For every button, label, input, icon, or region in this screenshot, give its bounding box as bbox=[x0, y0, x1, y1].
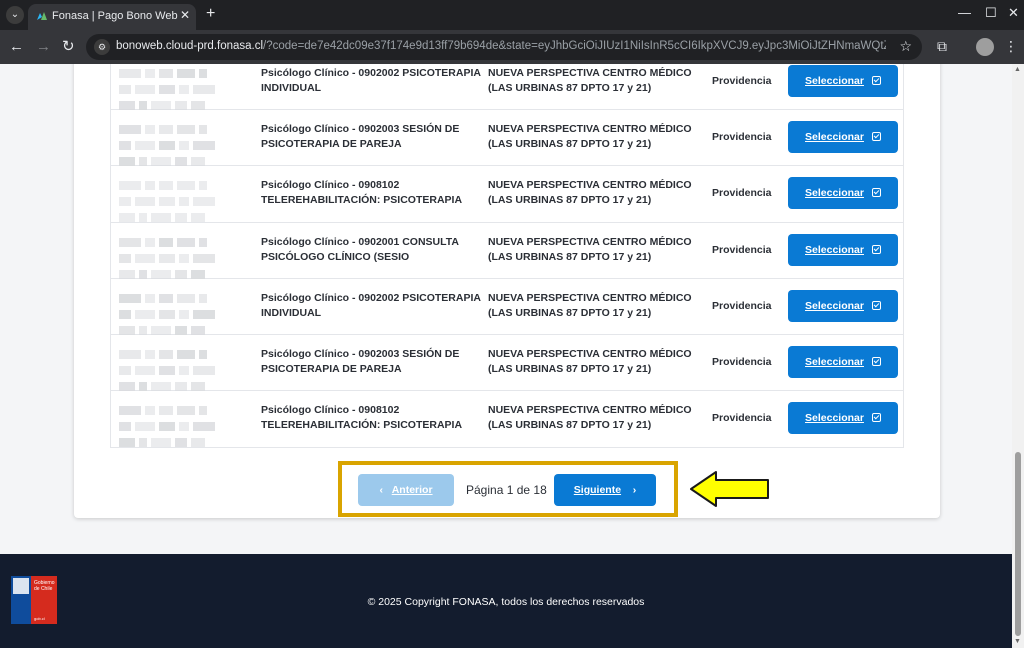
centro-medico-cell: NUEVA PERSPECTIVA CENTRO MÉDICO (LAS URB… bbox=[488, 348, 692, 376]
comuna-cell: Providencia bbox=[712, 187, 772, 200]
seleccionar-button[interactable]: Seleccionar bbox=[788, 121, 898, 153]
tab-close-icon[interactable]: ✕ bbox=[180, 8, 190, 22]
table-row: Psicólogo Clínico - 0902003 SESIÓN DE PS… bbox=[111, 335, 903, 392]
comuna-cell: Providencia bbox=[712, 75, 772, 87]
browser-tab-active[interactable]: Fonasa | Pago Bono Web ✕ bbox=[28, 4, 196, 30]
page-scrollbar[interactable]: ▲ ▼ bbox=[1012, 64, 1024, 648]
checkbox-check-icon bbox=[871, 300, 881, 310]
redacted-professional-name bbox=[117, 293, 227, 335]
url-text: bonoweb.cloud-prd.fonasa.cl/?code=de7e42… bbox=[116, 40, 886, 52]
centro-medico-cell: NUEVA PERSPECTIVA CENTRO MÉDICO (LAS URB… bbox=[488, 67, 692, 94]
minimize-button[interactable]: — bbox=[958, 5, 971, 20]
browser-menu-icon[interactable]: ⋮ bbox=[1004, 38, 1018, 55]
seleccionar-button[interactable]: Seleccionar bbox=[788, 233, 898, 266]
checkbox-check-icon bbox=[871, 132, 881, 141]
centro-medico-cell: NUEVA PERSPECTIVA CENTRO MÉDICO (LAS URB… bbox=[488, 123, 692, 150]
address-bar[interactable]: ⚙ bonoweb.cloud-prd.fonasa.cl/?code=de7e… bbox=[86, 34, 922, 60]
checkbox-check-icon bbox=[871, 76, 881, 85]
seleccionar-label: Seleccionar bbox=[805, 412, 864, 425]
prestacion-cell: Psicólogo Clínico - 0902002 PSICOTERAPIA… bbox=[261, 291, 481, 319]
back-icon[interactable]: ← bbox=[9, 38, 24, 56]
extensions-icon[interactable]: ⧉ bbox=[937, 38, 947, 55]
comuna-cell: Providencia bbox=[712, 356, 772, 369]
prestacion-cell: Psicólogo Clínico - 0902001 CONSULTA PSI… bbox=[261, 235, 459, 263]
page-viewport: Psicólogo Clínico - 0902002 PSICOTERAPIA… bbox=[0, 64, 1012, 648]
redacted-professional-name bbox=[117, 237, 227, 279]
table-row: Psicólogo Clínico - 0908102 TELEREHABILI… bbox=[111, 391, 903, 448]
tab-title: Fonasa | Pago Bono Web bbox=[52, 10, 178, 22]
seleccionar-label: Seleccionar bbox=[805, 75, 864, 87]
url-host: bonoweb.cloud-prd.fonasa.cl bbox=[116, 40, 264, 52]
seleccionar-button[interactable]: Seleccionar bbox=[788, 177, 898, 210]
new-tab-button[interactable]: + bbox=[206, 5, 215, 23]
table-row: Psicólogo Clínico - 0902001 CONSULTA PSI… bbox=[111, 223, 903, 279]
next-page-label: Siguiente bbox=[573, 484, 622, 496]
prestacion-cell: Psicólogo Clínico - 0902003 SESIÓN DE PS… bbox=[261, 123, 460, 150]
table-row: Psicólogo Clínico - 0902002 PSICOTERAPIA… bbox=[111, 279, 903, 336]
checkbox-check-icon bbox=[871, 413, 881, 423]
table-row: Psicólogo Clínico - 0908102 TELEREHABILI… bbox=[111, 166, 903, 223]
checkbox-check-icon bbox=[871, 188, 881, 198]
seleccionar-button[interactable]: Seleccionar bbox=[788, 65, 898, 97]
tab-search-button[interactable]: ⌄ bbox=[6, 6, 24, 24]
browser-toolbar: ← → ↻ ⚙ bonoweb.cloud-prd.fonasa.cl/?cod… bbox=[0, 30, 1024, 64]
prestacion-cell: Psicólogo Clínico - 0902003 SESIÓN DE PS… bbox=[261, 348, 460, 376]
centro-medico-cell: NUEVA PERSPECTIVA CENTRO MÉDICO (LAS URB… bbox=[488, 404, 692, 432]
prestacion-cell: Psicólogo Clínico - 0908102 TELEREHABILI… bbox=[261, 179, 463, 207]
checkbox-check-icon bbox=[871, 244, 881, 254]
prestacion-cell: Psicólogo Clínico - 0908102 TELEREHABILI… bbox=[261, 404, 463, 432]
scrollbar-thumb[interactable] bbox=[1015, 452, 1021, 636]
redacted-professional-name bbox=[117, 180, 227, 223]
centro-medico-cell: NUEVA PERSPECTIVA CENTRO MÉDICO (LAS URB… bbox=[488, 235, 692, 263]
browser-tab-bar: ⌄ Fonasa | Pago Bono Web ✕ + — ☐ ✕ bbox=[0, 0, 1024, 30]
comuna-cell: Providencia bbox=[712, 299, 772, 312]
footer-copyright: © 2025 Copyright FONASA, todos los derec… bbox=[367, 596, 645, 608]
comuna-cell: Providencia bbox=[712, 243, 772, 256]
redacted-professional-name bbox=[117, 124, 227, 166]
logo-url: gob.cl bbox=[34, 616, 45, 621]
table-row: Psicólogo Clínico - 0902003 SESIÓN DE PS… bbox=[111, 110, 903, 167]
maximize-button[interactable]: ☐ bbox=[985, 5, 997, 21]
comuna-cell: Providencia bbox=[712, 412, 772, 425]
previous-page-label: Anterior bbox=[391, 484, 433, 496]
url-path: /?code=de7e42dc09e37f174e9d13ff79b694de&… bbox=[263, 40, 886, 52]
fonasa-favicon-icon bbox=[37, 12, 47, 20]
seleccionar-label: Seleccionar bbox=[805, 356, 864, 369]
redacted-professional-name bbox=[117, 68, 227, 110]
annotation-arrow-icon bbox=[690, 471, 769, 507]
bookmark-star-icon[interactable]: ☆ bbox=[899, 38, 912, 55]
centro-medico-cell: NUEVA PERSPECTIVA CENTRO MÉDICO (LAS URB… bbox=[488, 179, 692, 207]
centro-medico-cell: NUEVA PERSPECTIVA CENTRO MÉDICO (LAS URB… bbox=[488, 291, 692, 319]
seleccionar-button[interactable]: Seleccionar bbox=[788, 346, 898, 379]
seleccionar-button[interactable]: Seleccionar bbox=[788, 402, 898, 435]
chevron-left-icon: ‹ bbox=[379, 484, 383, 496]
close-window-button[interactable]: ✕ bbox=[1008, 5, 1019, 21]
scroll-up-icon[interactable]: ▲ bbox=[1014, 66, 1021, 73]
prestacion-cell: Psicólogo Clínico - 0902002 PSICOTERAPIA… bbox=[261, 67, 481, 94]
redacted-professional-name bbox=[117, 405, 227, 448]
previous-page-button: ‹ Anterior bbox=[358, 474, 454, 506]
seleccionar-label: Seleccionar bbox=[805, 131, 864, 143]
scroll-down-icon[interactable]: ▼ bbox=[1014, 638, 1021, 645]
seleccionar-label: Seleccionar bbox=[805, 243, 864, 256]
seleccionar-button[interactable]: Seleccionar bbox=[788, 289, 898, 322]
forward-icon[interactable]: → bbox=[36, 38, 51, 56]
seleccionar-label: Seleccionar bbox=[805, 299, 864, 312]
page-footer: Gobierno de Chile gob.cl © 2025 Copyrigh… bbox=[0, 554, 1012, 648]
checkbox-check-icon bbox=[871, 357, 881, 367]
seleccionar-label: Seleccionar bbox=[805, 187, 864, 200]
results-table: Psicólogo Clínico - 0902002 PSICOTERAPIA… bbox=[110, 64, 904, 448]
logo-text-line-2: de Chile bbox=[34, 586, 53, 592]
table-row: Psicólogo Clínico - 0902002 PSICOTERAPIA… bbox=[111, 64, 903, 110]
profile-avatar[interactable] bbox=[976, 38, 994, 56]
redacted-professional-name bbox=[117, 349, 227, 392]
next-page-button[interactable]: Siguiente › bbox=[554, 474, 656, 506]
page-indicator: Página 1 de 18 bbox=[466, 483, 547, 497]
site-info-icon[interactable]: ⚙ bbox=[94, 39, 110, 55]
results-card: Psicólogo Clínico - 0902002 PSICOTERAPIA… bbox=[74, 64, 940, 518]
reload-icon[interactable]: ↻ bbox=[62, 38, 75, 56]
chevron-right-icon: › bbox=[632, 484, 637, 496]
comuna-cell: Providencia bbox=[712, 131, 772, 143]
